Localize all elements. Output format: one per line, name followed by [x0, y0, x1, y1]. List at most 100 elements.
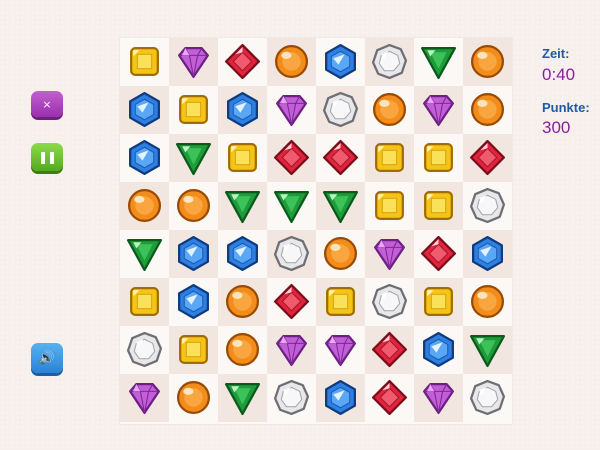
white-polygon-gem-icon	[273, 235, 310, 272]
board-cell[interactable]	[316, 374, 365, 422]
board-cell[interactable]	[316, 86, 365, 134]
yellow-square-gem-icon	[179, 95, 208, 124]
board-cell[interactable]	[414, 38, 463, 86]
board-cell[interactable]	[414, 182, 463, 230]
close-icon: ×	[42, 97, 52, 111]
board-cell[interactable]	[463, 38, 512, 86]
board-cell[interactable]	[463, 134, 512, 182]
purple-diamond-gem-icon	[325, 335, 356, 367]
board-cell[interactable]	[218, 38, 267, 86]
board-cell[interactable]	[120, 38, 169, 86]
board-cell[interactable]	[218, 230, 267, 278]
orange-round-gem-icon	[274, 44, 309, 79]
board-cell[interactable]	[414, 134, 463, 182]
board-cell[interactable]	[218, 374, 267, 422]
board-cell[interactable]	[365, 86, 414, 134]
board-cell[interactable]	[169, 182, 218, 230]
game-board	[120, 38, 512, 424]
board-cell[interactable]	[169, 86, 218, 134]
pause-button[interactable]: ❚❚	[31, 143, 63, 171]
green-triangle-gem-icon	[322, 191, 359, 224]
red-rhombus-gem-icon	[273, 283, 310, 320]
purple-diamond-gem-icon	[276, 95, 307, 127]
green-triangle-gem-icon	[469, 335, 506, 368]
board-cell[interactable]	[267, 230, 316, 278]
green-triangle-gem-icon	[224, 191, 261, 224]
board-cell[interactable]	[169, 38, 218, 86]
board-cell[interactable]	[365, 326, 414, 374]
board-cell[interactable]	[365, 134, 414, 182]
board-cell[interactable]	[316, 38, 365, 86]
time-value: 0:40	[542, 65, 576, 84]
sound-button[interactable]: 🔊	[31, 343, 63, 373]
board-cell[interactable]	[365, 230, 414, 278]
board-cell[interactable]	[267, 326, 316, 374]
board-cell[interactable]	[414, 374, 463, 422]
board-cell[interactable]	[218, 278, 267, 326]
board-cell[interactable]	[316, 182, 365, 230]
yellow-square-gem-icon	[130, 47, 159, 76]
board-cell[interactable]	[120, 182, 169, 230]
purple-diamond-gem-icon	[129, 383, 160, 415]
board-cell[interactable]	[218, 326, 267, 374]
board-cell[interactable]	[169, 374, 218, 422]
green-triangle-gem-icon	[273, 191, 310, 224]
close-button[interactable]: ×	[31, 91, 63, 117]
board-cell[interactable]	[267, 278, 316, 326]
board-cell[interactable]	[267, 86, 316, 134]
board-cell[interactable]	[414, 278, 463, 326]
board-cell[interactable]	[316, 230, 365, 278]
blue-hexagon-gem-icon	[325, 43, 356, 80]
yellow-square-gem-icon	[228, 143, 257, 172]
board-cell[interactable]	[169, 230, 218, 278]
score-value: 300	[542, 118, 571, 137]
orange-round-gem-icon	[176, 380, 211, 415]
blue-hexagon-gem-icon	[129, 139, 160, 176]
white-polygon-gem-icon	[273, 379, 310, 416]
board-cell[interactable]	[120, 278, 169, 326]
yellow-square-gem-icon	[375, 143, 404, 172]
board-cell[interactable]	[463, 86, 512, 134]
blue-hexagon-gem-icon	[227, 235, 258, 272]
board-cell[interactable]	[316, 278, 365, 326]
board-cell[interactable]	[365, 278, 414, 326]
board-cell[interactable]	[463, 182, 512, 230]
red-rhombus-gem-icon	[224, 43, 261, 80]
board-cell[interactable]	[267, 182, 316, 230]
red-rhombus-gem-icon	[420, 235, 457, 272]
board-cell[interactable]	[267, 374, 316, 422]
yellow-square-gem-icon	[179, 335, 208, 364]
board-cell[interactable]	[120, 86, 169, 134]
board-cell[interactable]	[463, 230, 512, 278]
white-polygon-gem-icon	[126, 331, 163, 368]
board-cell[interactable]	[169, 134, 218, 182]
board-cell[interactable]	[463, 326, 512, 374]
board-cell[interactable]	[463, 374, 512, 422]
board-cell[interactable]	[169, 278, 218, 326]
score-label: Punkte:	[542, 100, 590, 115]
pause-icon: ❚❚	[37, 150, 57, 164]
purple-diamond-gem-icon	[423, 383, 454, 415]
board-cell[interactable]	[267, 38, 316, 86]
blue-hexagon-gem-icon	[227, 91, 258, 128]
board-cell[interactable]	[365, 374, 414, 422]
purple-diamond-gem-icon	[276, 335, 307, 367]
board-cell[interactable]	[414, 326, 463, 374]
board-cell[interactable]	[120, 134, 169, 182]
board-cell[interactable]	[365, 182, 414, 230]
board-cell[interactable]	[169, 326, 218, 374]
board-cell[interactable]	[120, 230, 169, 278]
board-cell[interactable]	[316, 134, 365, 182]
board-cell[interactable]	[218, 86, 267, 134]
board-cell[interactable]	[414, 230, 463, 278]
board-cell[interactable]	[120, 374, 169, 422]
board-cell[interactable]	[316, 326, 365, 374]
board-cell[interactable]	[120, 326, 169, 374]
board-cell[interactable]	[414, 86, 463, 134]
white-polygon-gem-icon	[322, 91, 359, 128]
board-cell[interactable]	[218, 134, 267, 182]
board-cell[interactable]	[463, 278, 512, 326]
board-cell[interactable]	[365, 38, 414, 86]
board-cell[interactable]	[267, 134, 316, 182]
board-cell[interactable]	[218, 182, 267, 230]
